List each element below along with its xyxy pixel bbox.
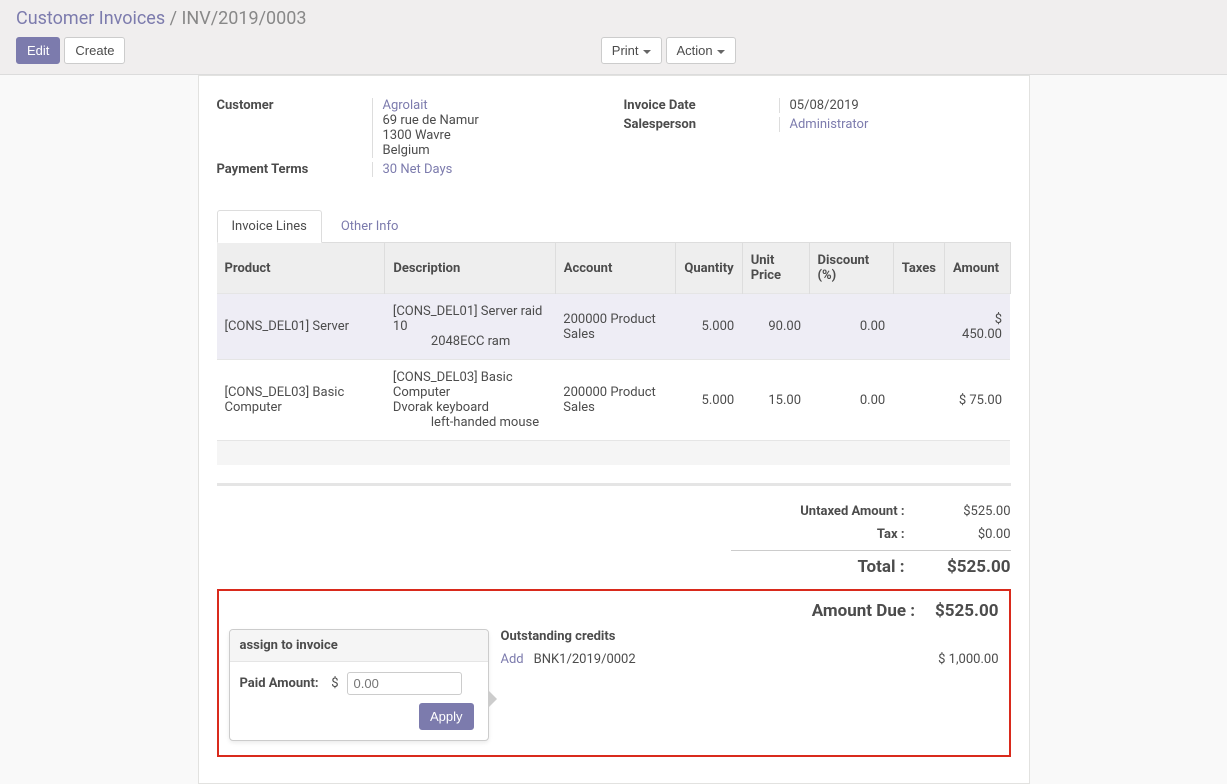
cell-discount: 0.00 (809, 294, 893, 360)
customer-label: Customer (217, 98, 372, 158)
col-taxes: Taxes (893, 243, 944, 294)
customer-addr2: 1300 Wavre (383, 128, 604, 143)
cell-product: [CONS_DEL01] Server (217, 294, 385, 360)
apply-button[interactable]: Apply (419, 703, 474, 730)
customer-addr3: Belgium (383, 143, 604, 158)
col-unit-price: Unit Price (742, 243, 809, 294)
col-product: Product (217, 243, 385, 294)
currency-symbol: $ (327, 676, 339, 691)
total-value: $525.00 (933, 557, 1011, 577)
salesperson-label: Salesperson (624, 117, 779, 132)
untaxed-value: $525.00 (933, 504, 1011, 519)
credit-amount: $ 1,000.00 (938, 652, 998, 667)
cell-price: 90.00 (742, 294, 809, 360)
customer-link[interactable]: Agrolait (383, 98, 604, 113)
table-row[interactable]: [CONS_DEL01] Server [CONS_DEL01] Server … (217, 294, 1011, 360)
breadcrumb: Customer Invoices / INV/2019/0003 (16, 8, 1211, 29)
amount-due-value: $525.00 (935, 601, 998, 621)
col-description: Description (385, 243, 555, 294)
cell-taxes (893, 294, 944, 360)
chevron-down-icon (643, 50, 651, 54)
col-account: Account (555, 243, 676, 294)
salesperson-value[interactable]: Administrator (779, 117, 1011, 132)
cell-price: 15.00 (742, 360, 809, 441)
amount-due-box: Amount Due : $525.00 assign to invoice P… (217, 589, 1011, 757)
payment-terms-value[interactable]: 30 Net Days (372, 162, 604, 177)
table-row[interactable]: [CONS_DEL03] Basic Computer [CONS_DEL03]… (217, 360, 1011, 441)
cell-amount: $ 450.00 (944, 294, 1010, 360)
create-button[interactable]: Create (64, 37, 125, 64)
blank-row (217, 441, 1011, 465)
invoice-lines-table: Product Description Account Quantity Uni… (217, 243, 1011, 465)
form-sheet: Customer Agrolait 69 rue de Namur 1300 W… (198, 75, 1030, 784)
breadcrumb-parent[interactable]: Customer Invoices (16, 8, 165, 29)
action-dropdown[interactable]: Action (666, 37, 736, 64)
invoice-date-label: Invoice Date (624, 98, 779, 113)
cell-account: 200000 Product Sales (555, 360, 676, 441)
credit-ref: BNK1/2019/0002 (534, 652, 928, 667)
edit-button[interactable]: Edit (16, 37, 60, 64)
cell-taxes (893, 360, 944, 441)
untaxed-label: Untaxed Amount : (731, 504, 905, 519)
cell-qty: 5.000 (676, 360, 742, 441)
paid-amount-label: Paid Amount: (240, 676, 319, 691)
amount-due-label: Amount Due : (812, 601, 915, 621)
print-dropdown[interactable]: Print (601, 37, 662, 64)
assign-popover: assign to invoice Paid Amount: $ Apply (229, 629, 489, 741)
cell-discount: 0.00 (809, 360, 893, 441)
col-discount: Discount (%) (809, 243, 893, 294)
payment-terms-label: Payment Terms (217, 162, 372, 177)
col-amount: Amount (944, 243, 1010, 294)
tax-label: Tax : (731, 527, 905, 542)
cell-amount: $ 75.00 (944, 360, 1010, 441)
outstanding-title: Outstanding credits (501, 629, 999, 644)
cell-description: [CONS_DEL03] Basic Computer Dvorak keybo… (385, 360, 555, 441)
cell-description: [CONS_DEL01] Server raid 10 2048ECC ram (385, 294, 555, 360)
customer-addr1: 69 rue de Namur (383, 113, 604, 128)
popover-title: assign to invoice (230, 630, 488, 662)
cell-account: 200000 Product Sales (555, 294, 676, 360)
breadcrumb-sep: / (170, 8, 182, 29)
col-quantity: Quantity (676, 243, 742, 294)
cell-qty: 5.000 (676, 294, 742, 360)
paid-amount-input[interactable] (347, 672, 462, 695)
breadcrumb-current: INV/2019/0003 (182, 8, 307, 29)
total-label: Total : (731, 557, 905, 577)
tab-invoice-lines[interactable]: Invoice Lines (217, 210, 322, 243)
tab-other-info[interactable]: Other Info (326, 210, 414, 243)
cell-product: [CONS_DEL03] Basic Computer (217, 360, 385, 441)
invoice-date-value: 05/08/2019 (779, 98, 1011, 113)
totals: Untaxed Amount : $525.00 Tax : $0.00 Tot… (731, 500, 1011, 581)
chevron-down-icon (717, 50, 725, 54)
add-credit-link[interactable]: Add (501, 652, 524, 667)
tax-value: $0.00 (933, 527, 1011, 542)
